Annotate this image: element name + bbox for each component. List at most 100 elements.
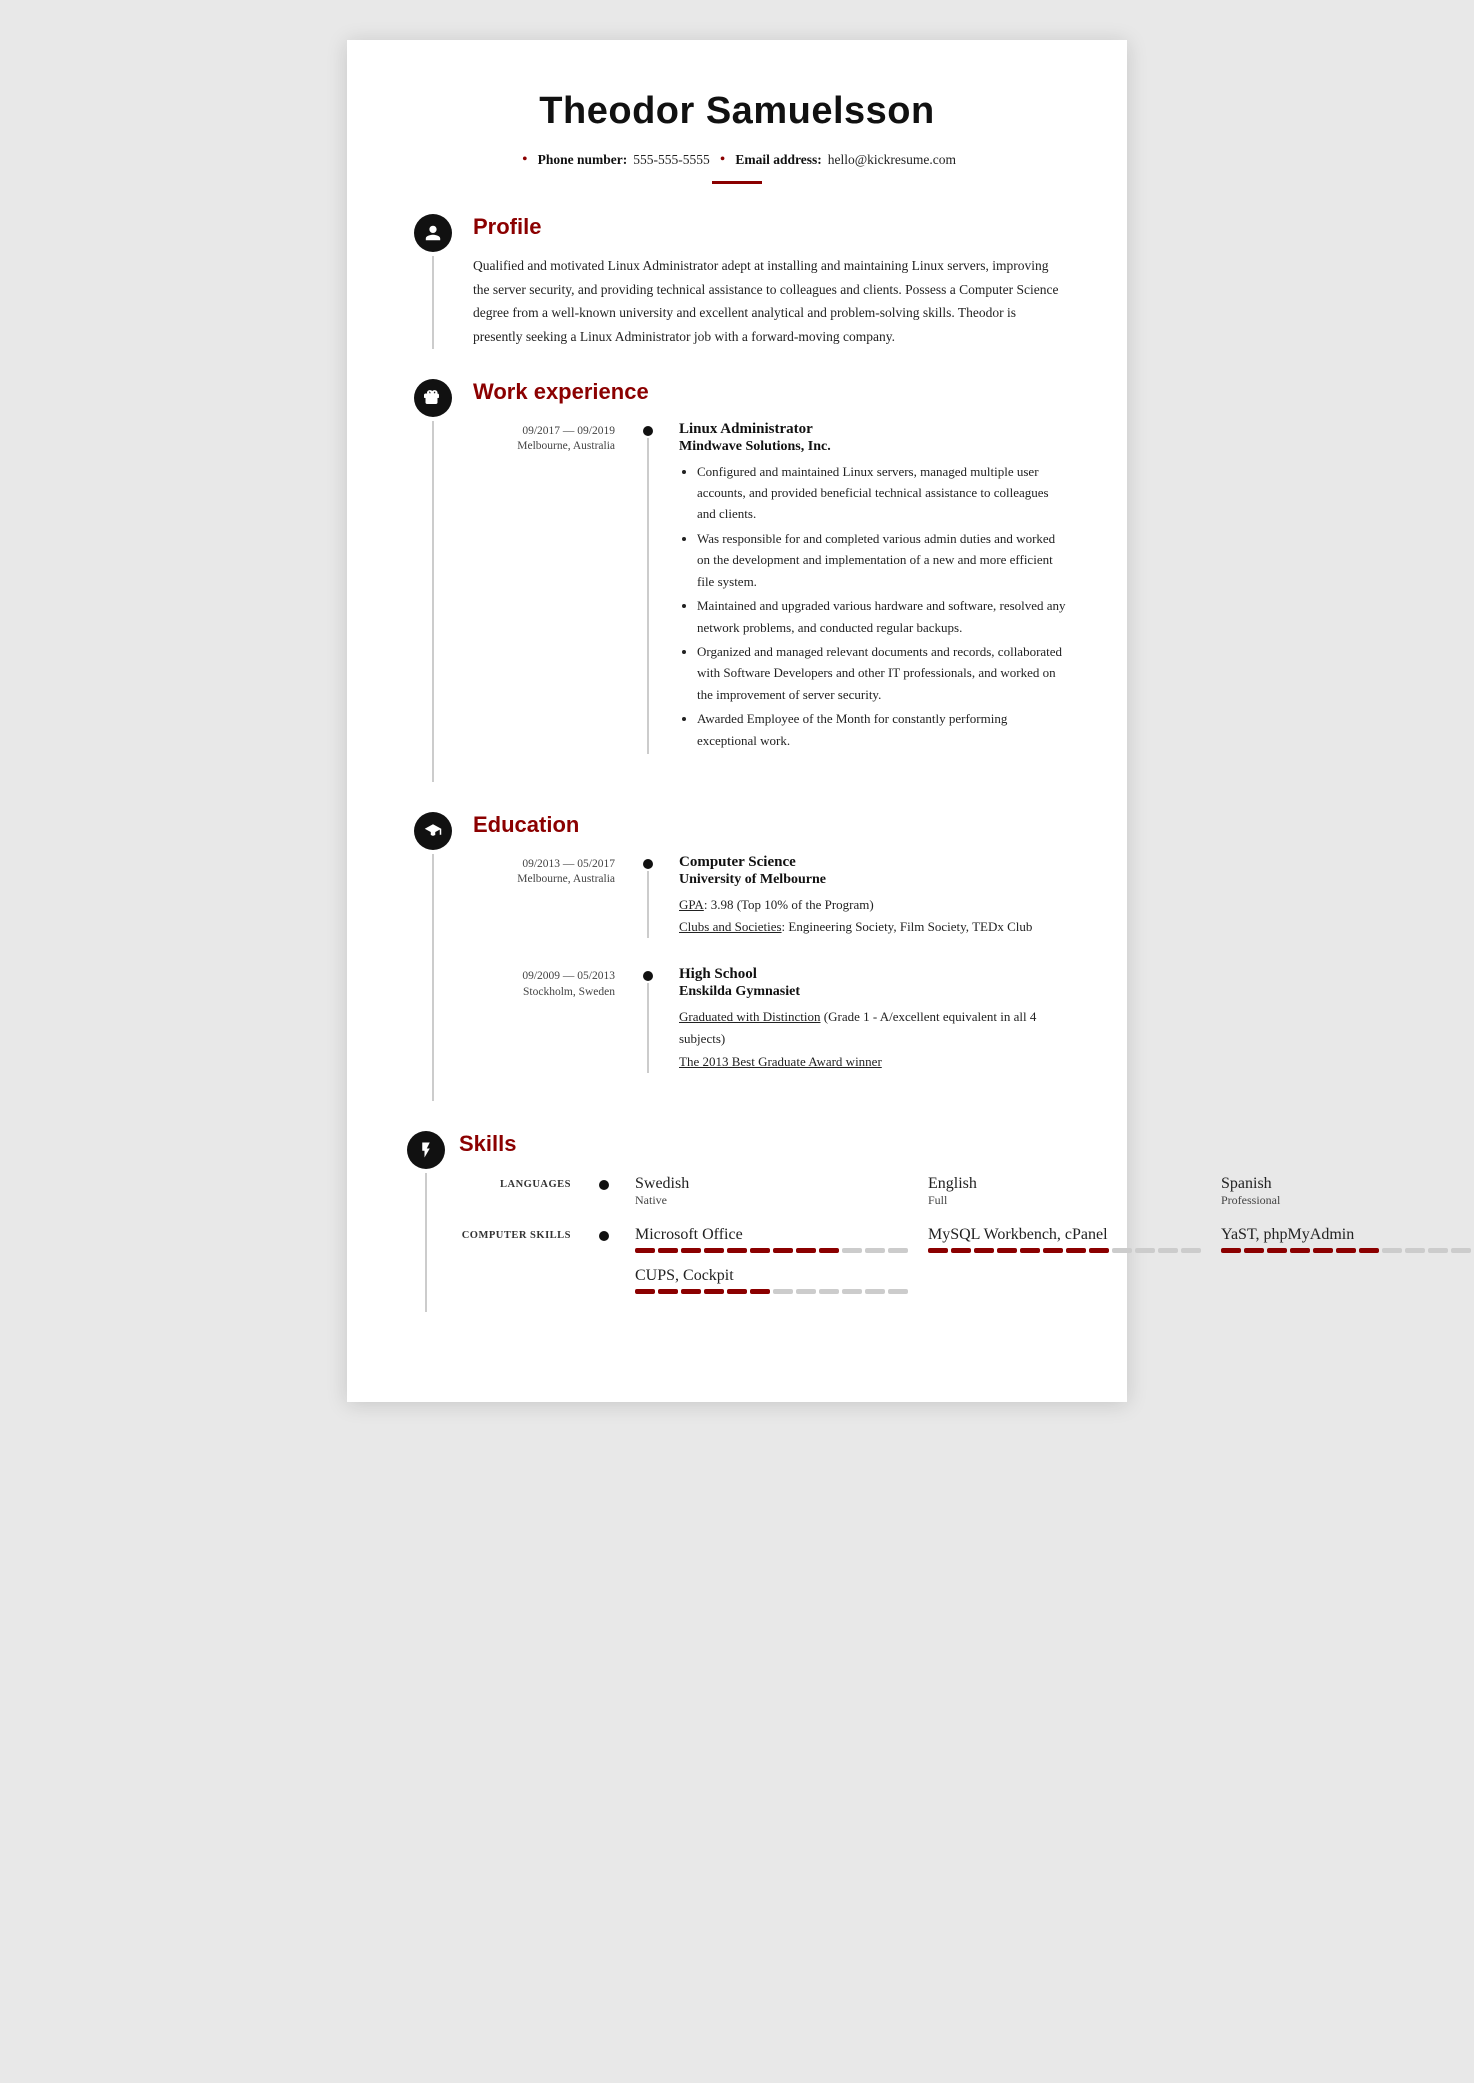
cs-bar-seg (727, 1248, 747, 1253)
edu-right-0: Computer Science University of Melbourne… (663, 854, 1067, 938)
work-layout: Work experience 09/2017 — 09/2019 Melbou… (407, 379, 1067, 783)
skills-icon (407, 1131, 445, 1169)
edu-date-text-1: 09/2009 — 05/2013 (473, 968, 615, 985)
cs-bar-seg (865, 1248, 885, 1253)
computer-label: COMPUTER SKILLS (459, 1226, 589, 1241)
education-icon (414, 812, 452, 850)
cs-bar-2 (1221, 1248, 1474, 1253)
cs-name-0: Microsoft Office (635, 1226, 908, 1244)
work-bullet-0-3: Organized and managed relevant documents… (697, 641, 1067, 705)
computer-dot (599, 1231, 609, 1241)
cs-name-2: YaST, phpMyAdmin (1221, 1226, 1474, 1244)
profile-icon-col (407, 214, 459, 349)
work-bullets-0: Configured and maintained Linux servers,… (679, 461, 1067, 752)
work-dot-0 (643, 426, 653, 436)
cs-bar-seg (1405, 1248, 1425, 1253)
lang-name-1: English (928, 1175, 1201, 1193)
edu-entry-title-0: Computer Science (679, 854, 1067, 871)
header-divider (712, 181, 762, 184)
education-layout: Education 09/2013 — 05/2017 Melbourne, A… (407, 812, 1067, 1100)
cs-name-extra: CUPS, Cockpit (635, 1267, 1474, 1285)
edu-date-text-0: 09/2013 — 05/2017 (473, 856, 615, 873)
cs-bar-extra (635, 1289, 1474, 1294)
cs-bar-seg (727, 1289, 747, 1294)
languages-content: Swedish Native English Full Spanish Prof… (619, 1175, 1474, 1208)
cs-bar-seg (704, 1248, 724, 1253)
extra-skills-row: CUPS, Cockpit (635, 1267, 1474, 1294)
edu-date-0: 09/2013 — 05/2017 Melbourne, Australia (473, 854, 633, 938)
profile-content: Profile Qualified and motivated Linux Ad… (459, 214, 1067, 349)
edu-right-1: High School Enskilda Gymnasiet Graduated… (663, 966, 1067, 1072)
cs-bar-seg (865, 1289, 885, 1294)
cs-bar-1 (928, 1248, 1201, 1253)
education-timeline: 09/2013 — 05/2017 Melbourne, Australia C… (473, 854, 1067, 1100)
cs-bar-0 (635, 1248, 908, 1253)
work-timeline: 09/2017 — 09/2019 Melbourne, Australia L… (473, 421, 1067, 783)
profile-section: Profile Qualified and motivated Linux Ad… (407, 214, 1067, 349)
education-vline (432, 854, 434, 1100)
cs-bar-seg (1313, 1248, 1333, 1253)
lang-name-0: Swedish (635, 1175, 908, 1193)
dot-email: • (720, 151, 726, 169)
work-title: Work experience (473, 379, 1067, 405)
work-bullet-0-0: Configured and maintained Linux servers,… (697, 461, 1067, 525)
work-icon (414, 379, 452, 417)
education-content: Education 09/2013 — 05/2017 Melbourne, A… (459, 812, 1067, 1100)
cs-bar-seg (1451, 1248, 1471, 1253)
cs-bar-seg (796, 1289, 816, 1294)
computer-skill-0: Microsoft Office (635, 1226, 908, 1253)
cs-bar-seg (1336, 1248, 1356, 1253)
languages-row: LANGUAGES Swedish Native English (459, 1175, 1474, 1208)
cs-bar-seg (1244, 1248, 1264, 1253)
cs-bar-seg (819, 1248, 839, 1253)
cs-bar-seg (681, 1289, 701, 1294)
computer-content: Microsoft Office (619, 1226, 1474, 1294)
work-line-col-0 (633, 421, 663, 755)
work-bullet-0-4: Awarded Employee of the Month for consta… (697, 708, 1067, 751)
cs-bar-seg (658, 1248, 678, 1253)
work-location-0: Melbourne, Australia (473, 440, 615, 452)
edu-dot-1 (643, 971, 653, 981)
cs-bar-seg (1112, 1248, 1132, 1253)
lang-level-1: Full (928, 1193, 1201, 1208)
cs-bar-seg (928, 1248, 948, 1253)
cs-bar-seg (997, 1248, 1017, 1253)
cs-bar-seg (888, 1248, 908, 1253)
profile-vline (432, 256, 434, 349)
edu-location-0: Melbourne, Australia (473, 873, 615, 885)
skills-title: Skills (459, 1131, 1474, 1157)
edu-location-1: Stockholm, Sweden (473, 986, 615, 998)
phone-label: Phone number: (538, 152, 628, 168)
cs-bar-seg (658, 1289, 678, 1294)
cs-bar-seg (704, 1289, 724, 1294)
cs-bar-seg (1221, 1248, 1241, 1253)
cs-bar-seg (750, 1248, 770, 1253)
cs-bar-seg (842, 1289, 862, 1294)
work-date-0: 09/2017 — 09/2019 Melbourne, Australia (473, 421, 633, 755)
lang-level-0: Native (635, 1193, 908, 1208)
work-entry-company-0: Mindwave Solutions, Inc. (679, 439, 1067, 455)
skills-content-main: Skills LANGUAGES Swedish Native (445, 1131, 1474, 1312)
cs-bar-seg (773, 1289, 793, 1294)
work-entry-0: 09/2017 — 09/2019 Melbourne, Australia L… (473, 421, 1067, 755)
education-entry-0: 09/2013 — 05/2017 Melbourne, Australia C… (473, 854, 1067, 938)
work-date-text-0: 09/2017 — 09/2019 (473, 423, 615, 440)
cs-bar-seg (773, 1248, 793, 1253)
edu-line-0 (647, 871, 649, 938)
work-right-0: Linux Administrator Mindwave Solutions, … (663, 421, 1067, 755)
edu-line-col-1 (633, 966, 663, 1072)
cs-bar-seg (1290, 1248, 1310, 1253)
languages-dot-col (589, 1175, 619, 1190)
cs-bar-seg (1158, 1248, 1178, 1253)
lang-0: Swedish Native (635, 1175, 908, 1208)
cs-bar-seg (1089, 1248, 1109, 1253)
work-icon-col (407, 379, 459, 783)
contact-bar: • Phone number: 555-555-5555 • Email add… (407, 151, 1067, 169)
distinction-label: Graduated with Distinction (679, 1009, 821, 1024)
edu-dot-0 (643, 859, 653, 869)
cs-bar-seg (819, 1289, 839, 1294)
work-entry-title-0: Linux Administrator (679, 421, 1067, 438)
computer-skill-1: MySQL Workbench, cPanel (928, 1226, 1201, 1253)
cs-bar-seg (1382, 1248, 1402, 1253)
phone-value: 555-555-5555 (633, 152, 710, 168)
